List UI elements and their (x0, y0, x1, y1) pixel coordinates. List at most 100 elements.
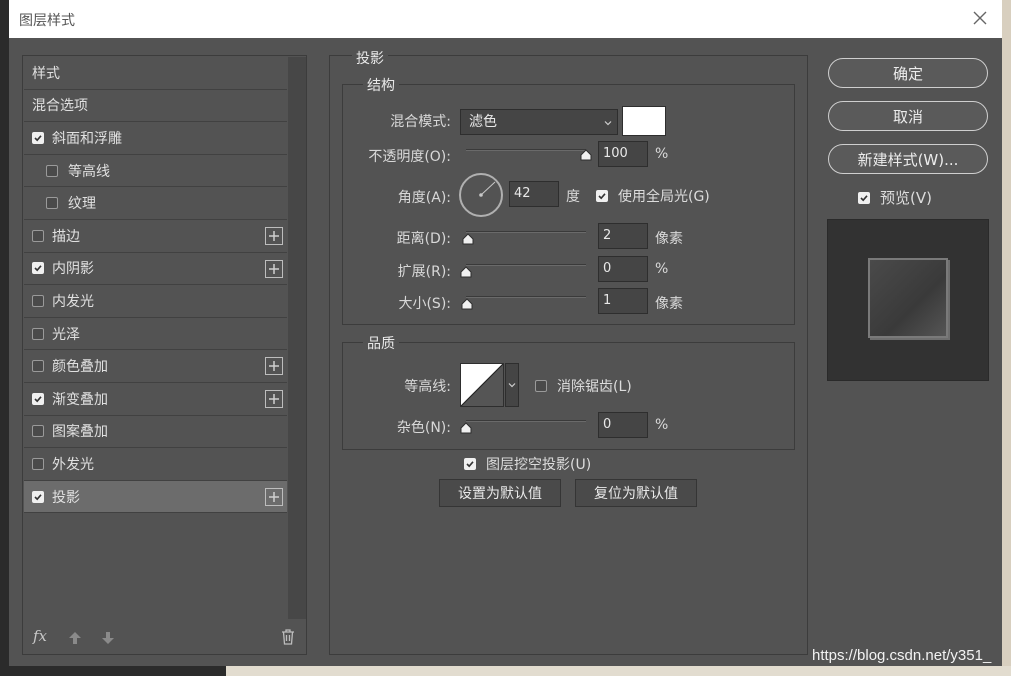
add-drop-shadow-icon[interactable] (265, 487, 283, 506)
opacity-slider-thumb[interactable] (580, 149, 592, 161)
sidebar-item-inner-shadow[interactable]: 内阴影 (24, 253, 287, 286)
angle-dial-needle (479, 181, 496, 197)
drop-shadow-checkbox[interactable] (32, 490, 44, 503)
sidebar-item-styles[interactable]: 样式 (24, 57, 287, 90)
dialog-title: 图层样式 (19, 13, 75, 29)
structure-title: 结构 (363, 75, 399, 95)
pattern-overlay-checkbox[interactable] (32, 425, 44, 438)
contour-dropdown-button[interactable] (505, 363, 519, 407)
styles-list: 样式 混合选项 斜面和浮雕 等高线 纹理 描边 内阴影 内发光 光泽 颜色叠加 … (24, 57, 287, 514)
blend-mode-value: 滤色 (469, 114, 497, 130)
move-down-icon[interactable] (101, 631, 115, 645)
sidebar-item-color-overlay[interactable]: 颜色叠加 (24, 350, 287, 383)
size-slider-thumb[interactable] (461, 298, 473, 310)
size-unit: 像素 (655, 296, 683, 312)
blend-mode-select[interactable]: 滤色 (460, 109, 618, 135)
noise-input[interactable]: 0 (598, 412, 648, 438)
angle-input[interactable]: 42 (509, 181, 559, 207)
sidebar-item-label: 斜面和浮雕 (52, 130, 122, 147)
ok-button[interactable]: 确定 (828, 58, 988, 88)
cancel-button[interactable]: 取消 (828, 101, 988, 131)
spread-input[interactable]: 0 (598, 256, 648, 282)
satin-checkbox[interactable] (32, 327, 44, 340)
contour-checkbox[interactable] (46, 164, 58, 177)
scrollbar[interactable] (288, 57, 306, 619)
global-light-checkbox[interactable] (596, 190, 608, 202)
sidebar-item-texture[interactable]: 纹理 (24, 187, 287, 220)
contour-curve-icon (460, 363, 504, 407)
sidebar-item-label: 等高线 (68, 163, 110, 180)
sidebar-item-blending-options[interactable]: 混合选项 (24, 90, 287, 123)
opacity-unit: % (655, 146, 669, 162)
preview-label: 预览(V) (880, 189, 932, 207)
sidebar-item-label: 图案叠加 (52, 424, 108, 441)
distance-slider-track[interactable] (466, 231, 586, 233)
new-style-button[interactable]: 新建样式(W)... (828, 144, 988, 174)
distance-unit: 像素 (655, 231, 683, 247)
opacity-input[interactable]: 100 (598, 141, 648, 167)
add-inner-shadow-icon[interactable] (265, 259, 283, 278)
move-up-icon[interactable] (68, 631, 82, 645)
contour-picker[interactable] (460, 363, 504, 407)
sidebar-item-satin[interactable]: 光泽 (24, 318, 287, 351)
make-default-button[interactable]: 设置为默认值 (439, 479, 561, 507)
angle-unit: 度 (566, 189, 580, 205)
color-overlay-checkbox[interactable] (32, 360, 44, 373)
texture-checkbox[interactable] (46, 197, 58, 210)
distance-slider-thumb[interactable] (462, 233, 474, 245)
distance-input[interactable]: 2 (598, 223, 648, 249)
spread-slider-thumb[interactable] (460, 266, 472, 278)
sidebar-item-label: 纹理 (68, 196, 96, 213)
sidebar-item-label: 描边 (52, 228, 80, 245)
add-gradient-overlay-icon[interactable] (265, 389, 283, 408)
noise-unit: % (655, 417, 669, 433)
panel-title: 投影 (352, 48, 388, 68)
close-icon[interactable] (970, 8, 990, 28)
size-slider-track[interactable] (466, 296, 586, 298)
noise-slider-track[interactable] (466, 420, 586, 422)
spread-slider-track[interactable] (466, 264, 586, 266)
inner-glow-checkbox[interactable] (32, 294, 44, 307)
quality-group: 品质 等高线: 消除锯齿(L) 杂色(N): 0 % (342, 333, 795, 450)
preview-row[interactable]: 预览(V) (858, 187, 932, 208)
background-bottom (226, 666, 1011, 676)
watermark-text: https://blog.csdn.net/y351_ (812, 647, 992, 664)
fx-menu-button[interactable]: fx (33, 627, 47, 645)
global-light-row[interactable]: 使用全局光(G) (596, 186, 710, 206)
quality-title: 品质 (363, 333, 399, 353)
knockout-checkbox[interactable] (464, 458, 476, 470)
knockout-row[interactable]: 图层挖空投影(U) (464, 454, 591, 474)
layer-style-dialog: 图层样式 样式 混合选项 斜面和浮雕 等高线 纹理 描边 内阴影 内发光 光泽 … (9, 0, 1002, 666)
blend-mode-label: 混合模式: (390, 114, 451, 130)
title-bar: 图层样式 (9, 0, 1002, 38)
add-color-overlay-icon[interactable] (265, 357, 283, 376)
bevel-emboss-checkbox[interactable] (32, 131, 44, 144)
noise-slider-thumb[interactable] (460, 422, 472, 434)
anti-alias-row[interactable]: 消除锯齿(L) (535, 376, 632, 396)
inner-shadow-checkbox[interactable] (32, 262, 44, 275)
sidebar-item-drop-shadow[interactable]: 投影 (24, 480, 287, 514)
blend-color-swatch[interactable] (622, 106, 666, 136)
noise-label: 杂色(N): (396, 420, 451, 436)
sidebar-item-label: 内阴影 (52, 261, 94, 278)
trash-icon[interactable] (281, 629, 295, 645)
sidebar-item-inner-glow[interactable]: 内发光 (24, 285, 287, 318)
gradient-overlay-checkbox[interactable] (32, 392, 44, 405)
sidebar-item-bevel-emboss[interactable]: 斜面和浮雕 (24, 122, 287, 155)
opacity-slider-track[interactable] (466, 149, 586, 151)
sidebar-item-stroke[interactable]: 描边 (24, 220, 287, 253)
stroke-checkbox[interactable] (32, 229, 44, 242)
sidebar-item-outer-glow[interactable]: 外发光 (24, 448, 287, 481)
anti-alias-checkbox[interactable] (535, 380, 547, 392)
styles-list-panel: 样式 混合选项 斜面和浮雕 等高线 纹理 描边 内阴影 内发光 光泽 颜色叠加 … (22, 55, 307, 655)
reset-default-button[interactable]: 复位为默认值 (575, 479, 697, 507)
size-input[interactable]: 1 (598, 288, 648, 314)
sidebar-item-gradient-overlay[interactable]: 渐变叠加 (24, 383, 287, 416)
outer-glow-checkbox[interactable] (32, 457, 44, 470)
preview-checkbox[interactable] (858, 191, 870, 204)
sidebar-item-label: 光泽 (52, 326, 80, 343)
sidebar-item-pattern-overlay[interactable]: 图案叠加 (24, 416, 287, 449)
sidebar-item-contour[interactable]: 等高线 (24, 155, 287, 188)
angle-dial[interactable] (459, 173, 503, 217)
add-stroke-icon[interactable] (265, 226, 283, 245)
